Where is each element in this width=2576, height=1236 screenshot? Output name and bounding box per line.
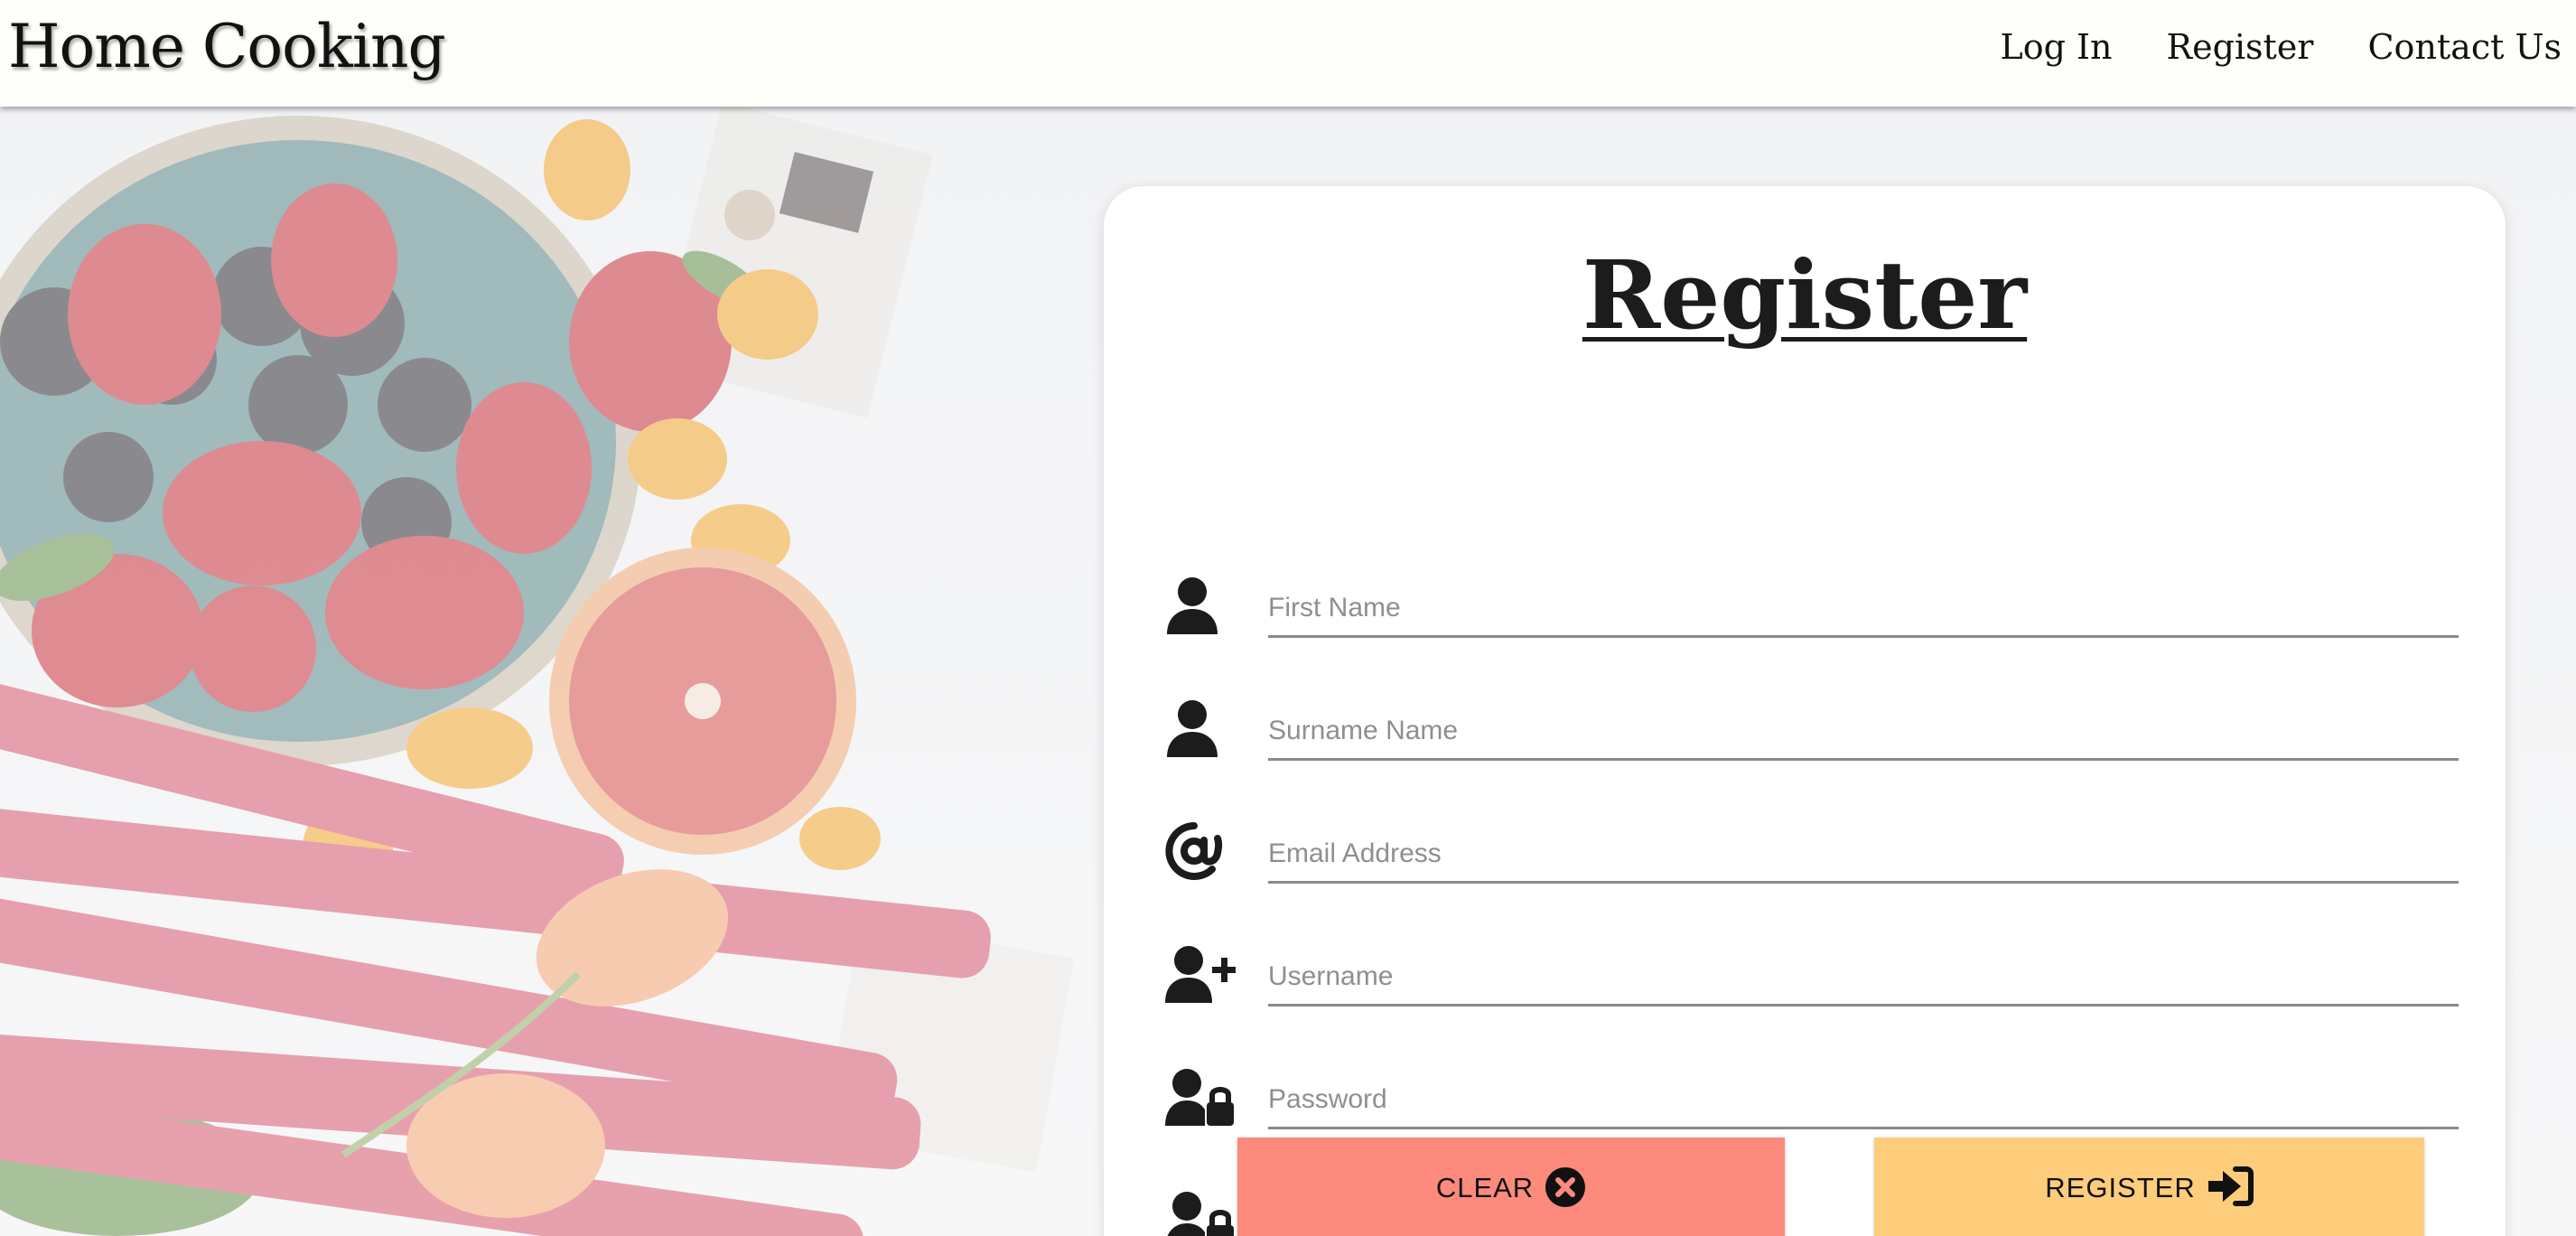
email-field xyxy=(1165,806,2459,905)
register-button-label: REGISTER xyxy=(2045,1172,2196,1203)
username-field xyxy=(1165,929,2459,1028)
email-input[interactable] xyxy=(1268,820,2459,884)
register-heading: Register xyxy=(1582,239,2028,351)
password-input[interactable] xyxy=(1268,1066,2459,1129)
register-button[interactable]: REGISTER xyxy=(1874,1138,2424,1236)
user-icon xyxy=(1165,576,1241,640)
nav-links: Log In Register Contact Us xyxy=(2000,20,2562,74)
user-lock-icon xyxy=(1165,1068,1241,1131)
nav-link-log-in[interactable]: Log In xyxy=(2000,20,2112,74)
at-sign-icon xyxy=(1165,822,1241,885)
nav-link-contact-us[interactable]: Contact Us xyxy=(2367,20,2562,74)
password-field xyxy=(1165,1052,2459,1151)
brand-logo[interactable]: Home Cooking xyxy=(8,9,446,85)
navbar: Home Cooking Log In Register Contact Us xyxy=(0,0,2576,107)
first-name-input[interactable] xyxy=(1268,575,2459,638)
username-input[interactable] xyxy=(1268,943,2459,1007)
user-plus-icon xyxy=(1165,945,1241,1008)
sign-in-icon xyxy=(2207,1138,2254,1213)
register-card: Register xyxy=(1104,186,2506,1236)
user-lock-icon xyxy=(1165,1191,1241,1236)
clear-button[interactable]: CLEAR xyxy=(1237,1138,1785,1236)
times-circle-icon xyxy=(1545,1138,1586,1215)
surname-input[interactable] xyxy=(1268,698,2459,761)
surname-field xyxy=(1165,683,2459,782)
fruit-illustration xyxy=(0,107,1075,1236)
nav-link-register[interactable]: Register xyxy=(2166,20,2313,74)
first-name-field xyxy=(1165,560,2459,660)
clear-button-label: CLEAR xyxy=(1435,1172,1535,1203)
user-icon xyxy=(1165,699,1241,763)
